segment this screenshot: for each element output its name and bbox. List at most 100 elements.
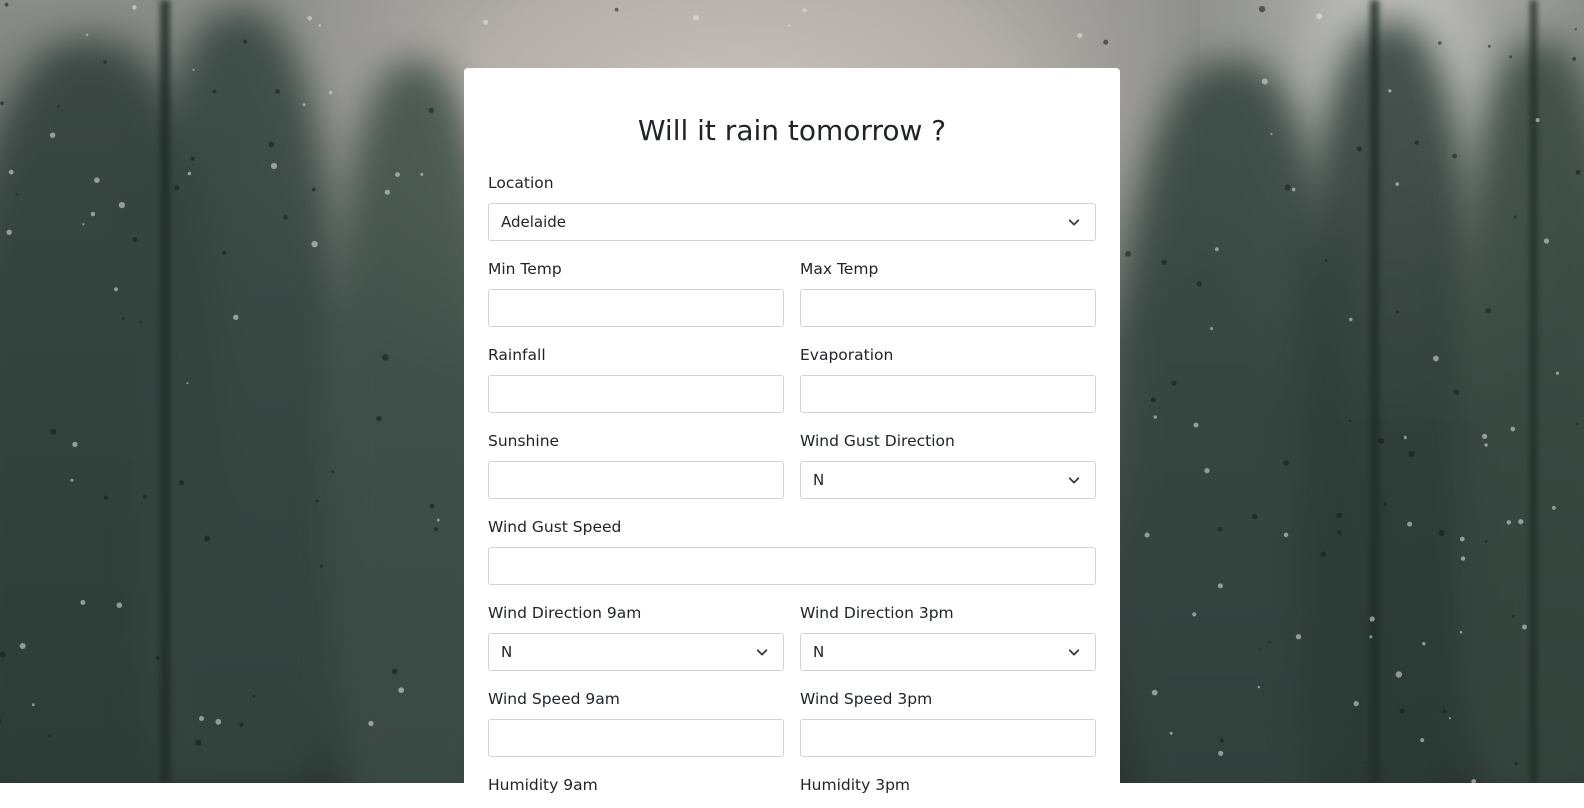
raindrop: [204, 535, 211, 542]
raindrop: [1518, 519, 1524, 525]
raindrop: [1514, 761, 1518, 766]
raindrop: [1324, 258, 1328, 262]
min-temp-input[interactable]: [488, 289, 784, 327]
wind-gust-direction-label: Wind Gust Direction: [800, 432, 955, 450]
raindrop: [1420, 738, 1425, 743]
raindrop: [70, 478, 74, 482]
raindrop: [1401, 436, 1405, 440]
raindrop: [1356, 146, 1362, 152]
chevron-down-icon: [1068, 477, 1080, 484]
raindrop: [391, 668, 398, 675]
raindrop: [1077, 33, 1083, 39]
raindrop: [319, 564, 323, 568]
wind-speed-9am-input[interactable]: [488, 719, 784, 757]
raindrop: [1460, 556, 1466, 561]
raindrop: [48, 735, 51, 738]
wind-gust-direction-value: N: [813, 471, 825, 489]
raindrop: [8, 169, 14, 175]
location-label: Location: [488, 174, 554, 192]
raindrop: [186, 382, 189, 385]
raindrop: [283, 215, 288, 220]
raindrop: [103, 60, 107, 64]
raindrop: [215, 718, 222, 725]
raindrop: [1572, 57, 1577, 61]
wind-gust-speed-input[interactable]: [488, 547, 1096, 585]
raindrop: [1395, 671, 1403, 678]
raindrop: [1261, 78, 1268, 85]
raindrop: [199, 716, 204, 721]
raindrop: [19, 643, 26, 649]
raindrop: [6, 229, 12, 235]
sunshine-input[interactable]: [488, 461, 784, 499]
raindrop: [1337, 530, 1342, 535]
raindrop: [1576, 422, 1579, 426]
raindrop: [1575, 169, 1581, 175]
raindrop: [1369, 616, 1375, 622]
wind-direction-9am-select[interactable]: N: [488, 633, 784, 671]
raindrop: [1348, 420, 1351, 423]
raindrop: [121, 317, 125, 320]
raindrop: [1295, 634, 1302, 640]
raindrop: [1103, 39, 1109, 45]
evaporation-input[interactable]: [800, 375, 1096, 413]
wind-speed-3pm-input[interactable]: [800, 719, 1096, 757]
raindrop: [1268, 641, 1271, 644]
location-select[interactable]: Adelaide: [488, 203, 1096, 241]
raindrop: [85, 33, 89, 36]
chevron-down-icon: [1068, 219, 1080, 226]
raindrop: [1218, 750, 1224, 756]
raindrop: [1513, 215, 1517, 219]
wind-direction-3pm-select[interactable]: N: [800, 633, 1096, 671]
rainfall-input[interactable]: [488, 375, 784, 413]
raindrop: [94, 177, 100, 183]
raindrop: [1471, 779, 1477, 783]
raindrop: [384, 189, 390, 195]
raindrop: [268, 141, 275, 148]
raindrop: [1482, 433, 1488, 439]
raindrop: [1407, 521, 1413, 527]
raindrop: [1257, 685, 1261, 689]
wind-gust-direction-select[interactable]: N: [800, 461, 1096, 499]
raindrop: [0, 651, 6, 658]
rainfall-label: Rainfall: [488, 346, 546, 364]
raindrop: [239, 722, 244, 727]
raindrop: [4, 2, 9, 7]
raindrop: [252, 694, 256, 698]
raindrop: [1383, 502, 1388, 507]
raindrop: [118, 202, 125, 209]
raindrop: [787, 24, 791, 27]
raindrop: [307, 15, 313, 21]
raindrop: [190, 156, 195, 161]
raindrop: [1438, 530, 1445, 537]
raindrop: [376, 415, 382, 422]
raindrop: [1316, 13, 1323, 20]
raindrop: [178, 480, 184, 486]
raindrop: [436, 518, 440, 522]
raindrop: [433, 527, 438, 532]
raindrop: [212, 89, 217, 94]
raindrop: [1291, 187, 1296, 192]
form-title: Will it rain tomorrow ?: [637, 114, 947, 147]
raindrop: [132, 237, 138, 243]
raindrop: [1511, 614, 1515, 618]
max-temp-input[interactable]: [800, 289, 1096, 327]
raindrop: [1219, 738, 1224, 743]
raindrop: [1442, 709, 1447, 713]
wind-direction-9am-value: N: [501, 643, 513, 661]
raindrop: [132, 5, 137, 10]
wind-speed-3pm-label: Wind Speed 3pm: [800, 690, 933, 708]
raindrop: [1214, 247, 1219, 252]
raindrop: [483, 19, 489, 25]
raindrop: [1453, 389, 1460, 396]
raindrop: [1349, 317, 1353, 322]
raindrop: [1151, 689, 1158, 696]
raindrop: [1153, 415, 1158, 419]
raindrop: [233, 314, 239, 320]
max-temp-label: Max Temp: [800, 260, 879, 278]
raindrop: [270, 162, 278, 170]
sunshine-label: Sunshine: [488, 432, 560, 450]
raindrop: [1459, 536, 1465, 542]
raindrop: [1510, 426, 1516, 432]
raindrop: [1388, 89, 1392, 93]
raindrop: [1543, 238, 1550, 244]
